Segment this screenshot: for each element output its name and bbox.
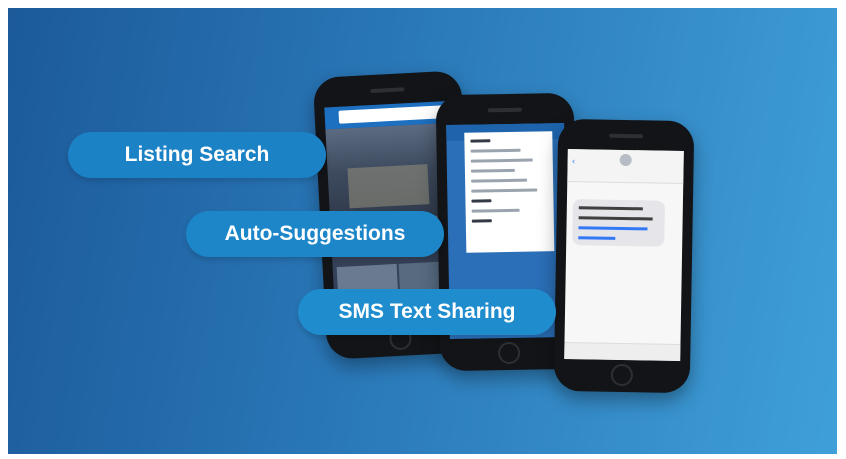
feature-pill-sms-sharing: SMS Text Sharing (298, 289, 556, 335)
message-line (578, 206, 644, 211)
back-chevron-icon: ‹ (571, 157, 576, 168)
sms-screen: ‹ (564, 149, 684, 361)
home-button-icon (497, 341, 521, 365)
contact-avatar-icon (619, 153, 632, 167)
feature-pill-auto-suggestions: Auto-Suggestions (186, 211, 444, 257)
message-link (578, 236, 616, 240)
suggestion-item (470, 168, 515, 173)
feature-banner: ‹ Listing Search Auto-Suggestions SMS Te… (8, 8, 837, 454)
suggestion-item (470, 148, 521, 153)
phone-sms-sharing: ‹ (553, 118, 695, 394)
suggestion-item (471, 208, 520, 213)
home-button-icon (610, 363, 634, 387)
suggestion-item (471, 178, 528, 183)
message-input-bar (564, 341, 681, 361)
suggestion-item (471, 188, 538, 193)
suggestion-heading (471, 219, 492, 223)
suggestion-heading (470, 139, 491, 143)
suggestion-heading (471, 199, 492, 203)
phone-speaker (487, 107, 522, 113)
message-header: ‹ (567, 149, 684, 185)
message-line (578, 216, 653, 221)
suggestion-item (470, 158, 533, 163)
building-image (347, 164, 430, 209)
phone-speaker (370, 87, 405, 94)
message-link (578, 226, 648, 231)
message-bubble (572, 199, 665, 247)
phone-speaker (609, 133, 644, 139)
search-field (338, 105, 446, 124)
feature-pill-listing-search: Listing Search (68, 132, 326, 178)
suggestion-dropdown (464, 131, 555, 253)
